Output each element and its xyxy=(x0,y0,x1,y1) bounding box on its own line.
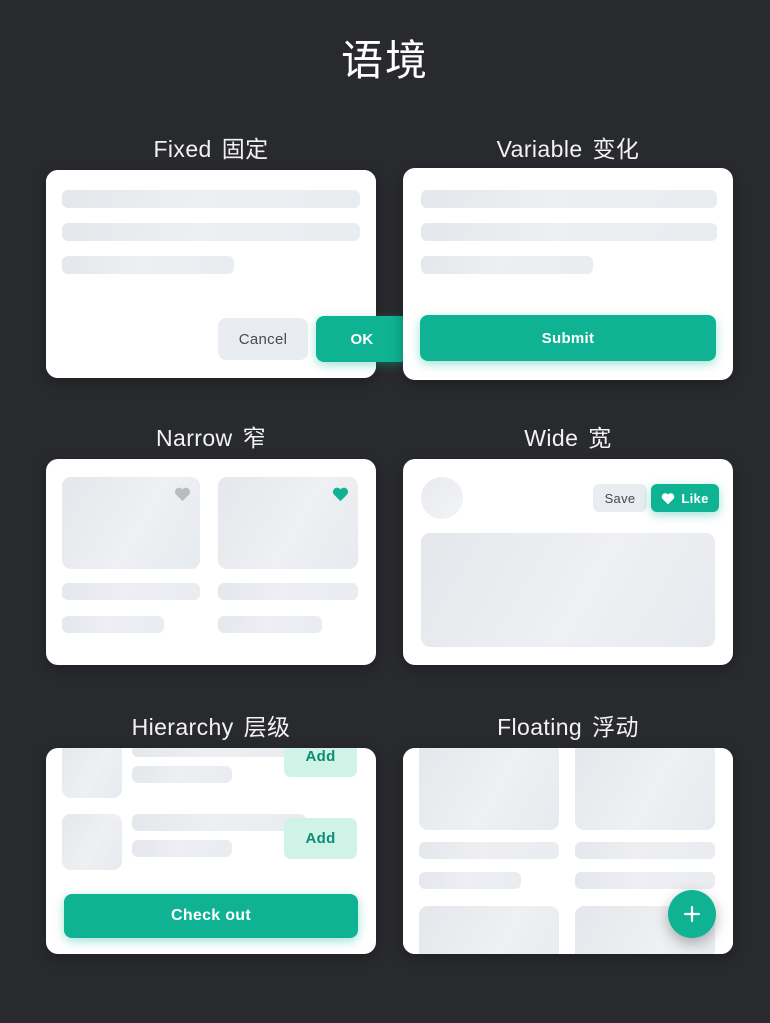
section-label-fixed-en: Fixed xyxy=(153,136,212,162)
skeleton-bar xyxy=(421,223,717,241)
section-label-hierarchy-cjk: 层级 xyxy=(243,714,291,740)
section-label-narrow-en: Narrow xyxy=(156,425,233,451)
thumbnail-placeholder xyxy=(62,814,122,870)
card-hierarchy: Add Add Check out xyxy=(46,748,376,954)
like-button[interactable]: Like xyxy=(651,484,719,512)
skeleton-bar xyxy=(132,814,306,831)
add-button[interactable]: Add xyxy=(284,748,357,777)
section-label-fixed-cjk: 固定 xyxy=(221,136,269,162)
thumbnail-placeholder xyxy=(218,477,358,569)
card-variable: Submit xyxy=(403,168,733,380)
skeleton-bar xyxy=(575,872,715,889)
section-label-fixed: Fixed 固定 xyxy=(46,130,376,164)
list-item[interactable] xyxy=(218,477,358,633)
section-label-floating-en: Floating xyxy=(497,714,583,740)
skeleton-bar xyxy=(62,190,360,208)
section-label-floating-cjk: 浮动 xyxy=(592,714,639,740)
section-label-hierarchy-en: Hierarchy xyxy=(131,714,234,740)
thumbnail-placeholder xyxy=(62,748,122,798)
skeleton-bar xyxy=(62,616,165,633)
heart-icon[interactable] xyxy=(174,486,191,502)
cancel-button[interactable]: Cancel xyxy=(218,318,308,360)
thumbnail-placeholder xyxy=(62,477,200,569)
section-label-variable: Variable 变化 xyxy=(403,130,733,164)
section-label-variable-en: Variable xyxy=(496,136,583,162)
heart-icon[interactable] xyxy=(332,486,349,502)
skeleton-bar xyxy=(132,748,306,757)
media-placeholder xyxy=(421,533,715,647)
thumbnail-placeholder xyxy=(419,906,559,954)
list-item[interactable] xyxy=(62,477,200,633)
submit-button[interactable]: Submit xyxy=(420,315,716,361)
skeleton-bar xyxy=(218,583,358,600)
section-label-wide-cjk: 宽 xyxy=(588,425,612,451)
skeleton-bar xyxy=(62,256,234,274)
ok-button[interactable]: OK xyxy=(316,316,408,362)
section-label-wide: Wide 宽 xyxy=(403,419,733,453)
section-label-hierarchy: Hierarchy 层级 xyxy=(46,708,376,742)
app-root: 语境 Fixed 固定 Cancel OK Variable 变化 Submit N… xyxy=(0,0,770,1023)
section-label-floating: Floating 浮动 xyxy=(403,708,733,742)
thumbnail-placeholder xyxy=(575,748,715,830)
section-label-narrow: Narrow 窄 xyxy=(46,419,376,453)
skeleton-bar xyxy=(218,616,322,633)
save-button[interactable]: Save xyxy=(593,484,647,512)
floating-action-button[interactable] xyxy=(668,890,716,938)
page-title: 语境 xyxy=(340,37,429,84)
card-narrow xyxy=(46,459,376,665)
thumbnail-placeholder xyxy=(419,748,559,830)
skeleton-bar xyxy=(575,842,715,859)
section-label-narrow-cjk: 窄 xyxy=(242,425,266,451)
checkout-button[interactable]: Check out xyxy=(64,894,358,938)
heart-icon xyxy=(662,492,675,504)
skeleton-bar xyxy=(62,223,360,241)
skeleton-bar xyxy=(132,840,232,857)
like-button-label: Like xyxy=(681,490,709,506)
skeleton-bar xyxy=(62,583,200,600)
avatar xyxy=(421,477,463,519)
section-label-variable-cjk: 变化 xyxy=(592,136,640,162)
skeleton-bar xyxy=(421,256,593,274)
skeleton-bar xyxy=(419,842,559,859)
skeleton-bar xyxy=(132,766,232,783)
skeleton-bar xyxy=(421,190,717,208)
card-fixed: Cancel OK xyxy=(46,170,408,378)
plus-icon xyxy=(684,906,700,922)
add-button[interactable]: Add xyxy=(284,818,357,859)
skeleton-bar xyxy=(419,872,521,889)
section-label-wide-en: Wide xyxy=(524,425,579,451)
